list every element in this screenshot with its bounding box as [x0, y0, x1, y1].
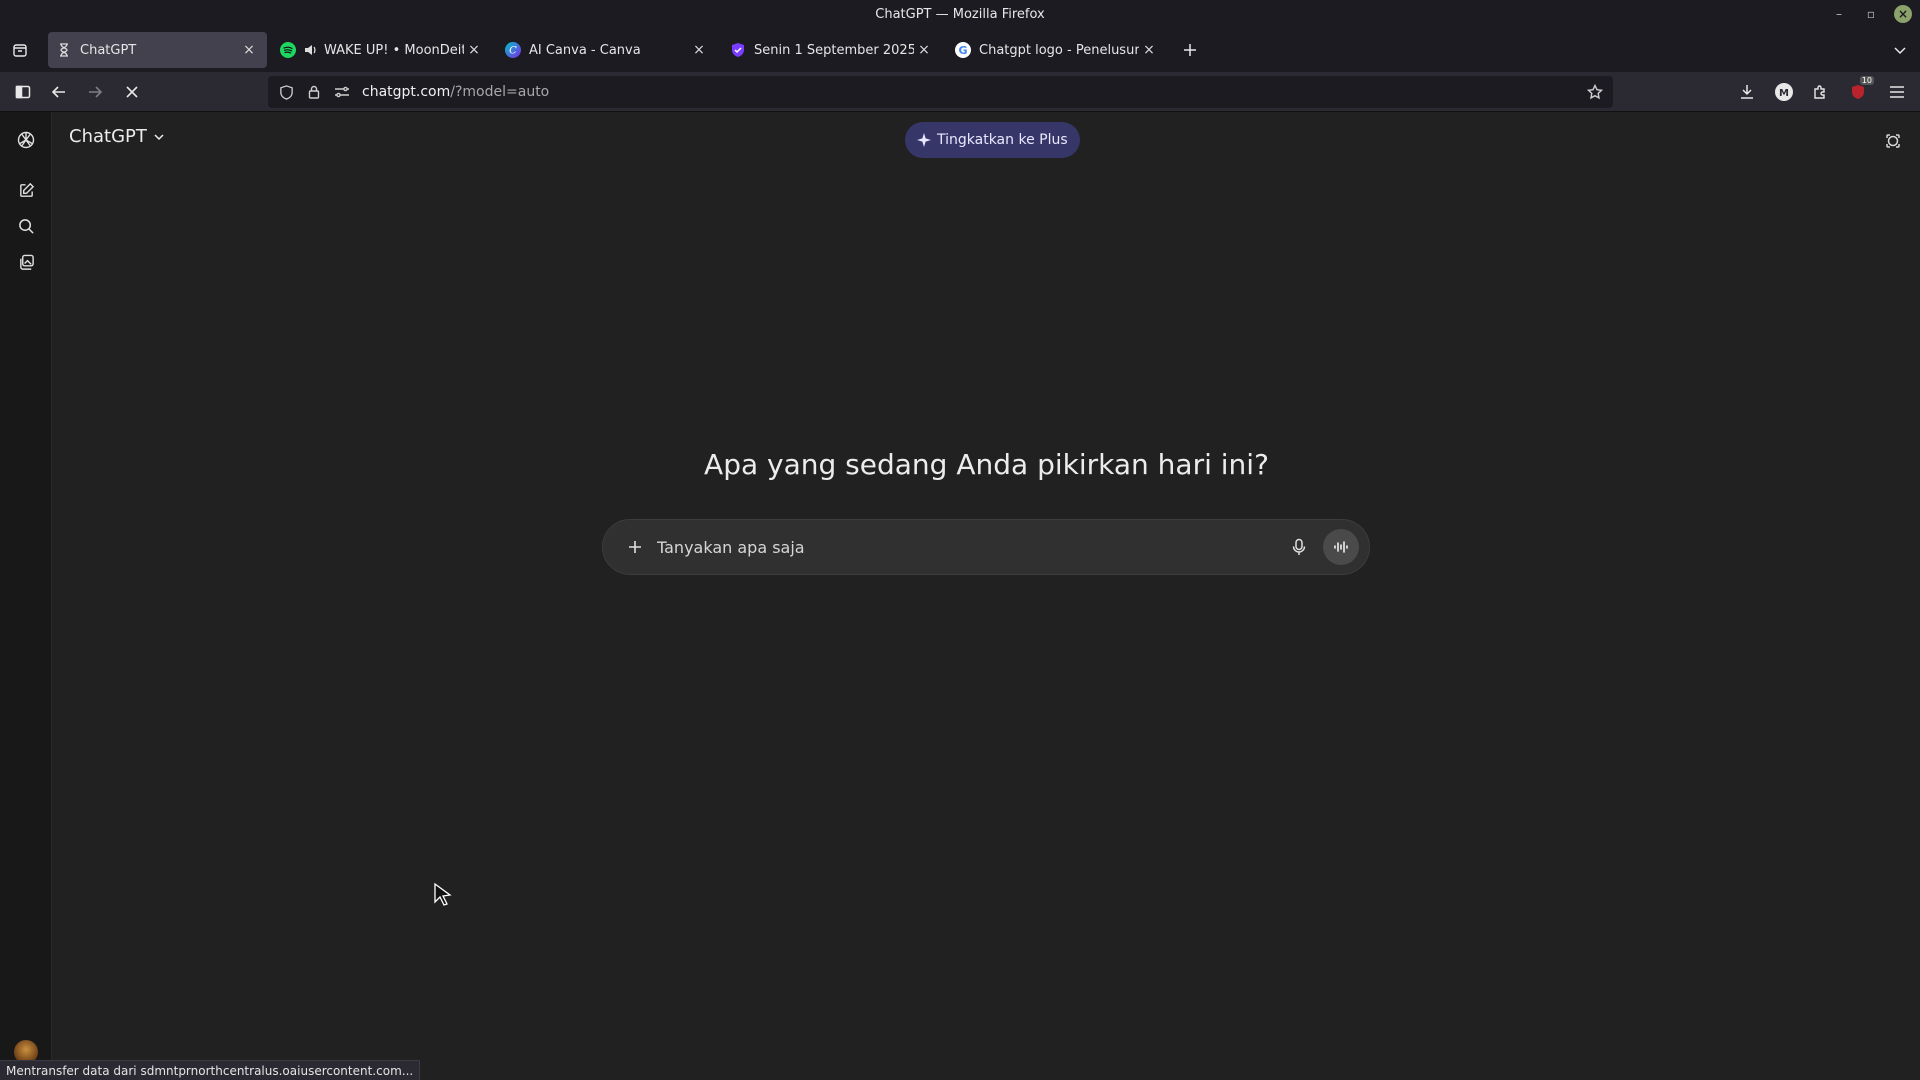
close-tab-icon[interactable]: ×: [914, 40, 934, 60]
upgrade-label: Tingkatkan ke Plus: [937, 132, 1068, 148]
sidebar-toggle-button[interactable]: [9, 78, 37, 106]
url-path: /?model=auto: [450, 84, 550, 100]
address-bar[interactable]: chatgpt.com/?model=auto: [268, 76, 1613, 108]
tab-label: Chatgpt logo - Penelusuran G: [979, 42, 1139, 58]
ublock-extension-button[interactable]: 10: [1844, 76, 1874, 106]
search-icon: [18, 218, 34, 234]
svg-text:M: M: [1779, 88, 1789, 99]
mouse-cursor-icon: [434, 882, 452, 906]
downloads-button[interactable]: [1733, 78, 1761, 106]
stop-loading-button[interactable]: [118, 78, 146, 106]
prompt-composer: [602, 519, 1370, 575]
tab-chatgpt[interactable]: ChatGPT ×: [48, 32, 267, 68]
hamburger-menu-icon: [1890, 86, 1904, 98]
download-icon: [1741, 85, 1753, 99]
tracking-protection-icon[interactable]: [272, 78, 300, 106]
plus-icon: [1184, 44, 1196, 56]
shield-favicon-icon: [730, 42, 746, 58]
tab-canva[interactable]: C AI Canva - Canva ×: [497, 32, 717, 68]
tab-label: ChatGPT: [80, 42, 137, 58]
arrow-left-icon: [51, 86, 65, 98]
tab-label: AI Canva - Canva: [529, 42, 641, 58]
forward-button[interactable]: [81, 78, 109, 106]
tab-label: Senin 1 September 2025 - Pr: [754, 42, 914, 58]
openai-logo-button[interactable]: [12, 126, 40, 154]
microphone-icon: [1292, 538, 1306, 555]
welcome-heading: Apa yang sedang Anda pikirkan hari ini?: [704, 448, 1269, 481]
chatgpt-sidebar: [0, 112, 52, 1080]
voice-mode-button[interactable]: [1323, 529, 1359, 565]
search-chats-button[interactable]: [12, 212, 40, 240]
dashed-circle-icon: [1886, 134, 1900, 148]
close-tab-icon[interactable]: ×: [689, 40, 709, 60]
extensions-button[interactable]: [1806, 78, 1834, 106]
status-text: Mentransfer data dari sdmntprnorthcentra…: [6, 1063, 414, 1078]
firefox-view-icon: [13, 44, 27, 57]
close-tab-icon[interactable]: ×: [1139, 40, 1159, 60]
temporary-chat-button[interactable]: [1880, 128, 1906, 154]
hourglass-icon: [56, 42, 72, 58]
back-button[interactable]: [45, 78, 73, 106]
window-title: ChatGPT — Mozilla Firefox: [875, 6, 1045, 22]
firefox-view-button[interactable]: [6, 36, 34, 64]
window-titlebar: ChatGPT — Mozilla Firefox – ▫ ×: [0, 0, 1920, 28]
tab-spotify[interactable]: WAKE UP! • MoonDeity ×: [272, 32, 492, 68]
puzzle-icon: [1814, 85, 1825, 99]
new-chat-button[interactable]: [12, 176, 40, 204]
images-library-icon: [19, 254, 34, 270]
sparkle-icon: [917, 133, 931, 147]
google-icon: G: [955, 42, 971, 58]
bookmark-star-icon[interactable]: [1581, 78, 1609, 106]
plus-icon: [629, 541, 641, 553]
extension-badge: 10: [1859, 76, 1874, 85]
chat-main: ChatGPT Tingkatkan ke Plus Apa yang seda…: [53, 112, 1920, 1080]
svg-text:G: G: [958, 44, 967, 57]
tab-senin[interactable]: Senin 1 September 2025 - Pr ×: [722, 32, 942, 68]
minimize-button[interactable]: –: [1830, 5, 1848, 23]
close-tab-icon[interactable]: ×: [464, 40, 484, 60]
account-button[interactable]: M: [1770, 78, 1798, 106]
svg-text:C: C: [509, 46, 517, 57]
voice-waveform-icon: [1334, 541, 1348, 553]
app-menu-button[interactable]: [1883, 78, 1911, 106]
pencil-square-icon: [19, 182, 34, 197]
new-tab-button[interactable]: [1176, 36, 1204, 64]
permissions-icon[interactable]: [328, 78, 356, 106]
account-avatar-icon: M: [1775, 83, 1793, 101]
status-bar: Mentransfer data dari sdmntprnorthcentra…: [0, 1060, 421, 1080]
spotify-icon: [280, 42, 296, 58]
speaker-icon[interactable]: [304, 43, 318, 57]
lock-icon[interactable]: [300, 78, 328, 106]
prompt-input[interactable]: [657, 537, 1281, 557]
close-window-button[interactable]: ×: [1894, 5, 1912, 23]
close-tab-icon[interactable]: ×: [239, 40, 259, 60]
list-all-tabs-button[interactable]: [1886, 36, 1914, 64]
tab-google[interactable]: G Chatgpt logo - Penelusuran G ×: [947, 32, 1167, 68]
url-host: chatgpt.com: [362, 84, 451, 100]
upgrade-plus-button[interactable]: Tingkatkan ke Plus: [905, 122, 1080, 158]
attach-button[interactable]: [615, 527, 655, 567]
arrow-right-icon: [89, 86, 103, 98]
dictate-button[interactable]: [1281, 529, 1317, 565]
model-label: ChatGPT: [69, 126, 147, 147]
chevron-down-icon: [154, 133, 164, 140]
openai-logo-icon: [17, 131, 35, 149]
library-button[interactable]: [12, 248, 40, 276]
navigation-toolbar: chatgpt.com/?model=auto M 10: [0, 72, 1920, 112]
model-selector[interactable]: ChatGPT: [69, 126, 165, 147]
canva-icon: C: [505, 42, 521, 58]
ublock-icon: [1852, 85, 1864, 99]
tab-strip: ChatGPT × WAKE UP! • MoonDeity × C AI Ca…: [0, 28, 1920, 72]
tab-label: WAKE UP! • MoonDeity: [324, 42, 464, 58]
restore-button[interactable]: ▫: [1862, 5, 1880, 23]
chevron-down-icon: [1894, 47, 1906, 55]
url-text[interactable]: chatgpt.com/?model=auto: [362, 84, 549, 100]
close-icon: [126, 86, 138, 98]
sidebar-icon: [15, 85, 31, 99]
